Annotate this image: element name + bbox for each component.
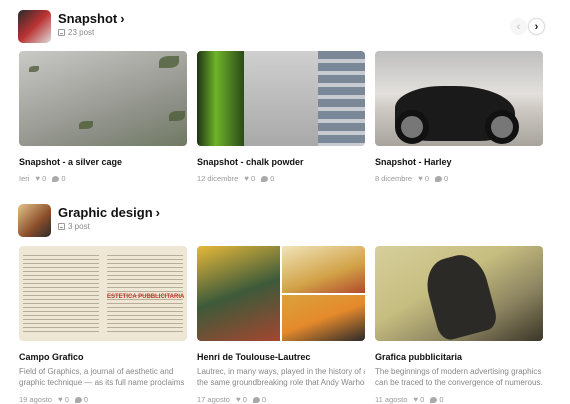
- comment-count[interactable]: 0: [261, 174, 274, 183]
- heart-icon: ♥: [57, 395, 63, 404]
- comment-count[interactable]: 0: [74, 395, 88, 404]
- post-image[interactable]: ESTETICA PUBBLICITARIA: [19, 246, 187, 341]
- post-card[interactable]: Henri de Toulouse-Lautrec Lautrec, in ma…: [197, 246, 365, 404]
- post-meta: 19 agosto ♥ 0 0: [19, 395, 187, 404]
- post-title[interactable]: Snapshot - chalk powder: [197, 157, 365, 167]
- heart-icon: ♥: [418, 174, 423, 183]
- image-caption-text: ESTETICA PUBBLICITARIA: [107, 294, 185, 300]
- post-date: 17 agosto: [197, 395, 230, 404]
- comment-icon: [261, 175, 269, 182]
- post-date: 8 dicembre: [375, 174, 413, 183]
- comment-icon: [74, 396, 82, 403]
- comment-icon: [52, 175, 60, 182]
- like-count[interactable]: ♥ 0: [236, 395, 247, 404]
- post-image[interactable]: [375, 246, 543, 341]
- collection-header: Snapshot › 23 post: [18, 10, 548, 44]
- post-excerpt: Field of Graphics, a journal of aestheti…: [19, 367, 187, 387]
- post-meta: 8 dicembre ♥ 0 0: [375, 174, 543, 183]
- post-card[interactable]: Snapshot - Harley 8 dicembre ♥ 0 0: [375, 51, 543, 183]
- chevron-right-icon: ›: [155, 205, 160, 220]
- post-date: 19 agosto: [19, 395, 52, 404]
- post-title[interactable]: Henri de Toulouse-Lautrec: [197, 352, 365, 362]
- post-card[interactable]: Snapshot - chalk powder 12 dicembre ♥ 0 0: [197, 51, 365, 183]
- comment-icon: [252, 396, 260, 403]
- comment-count[interactable]: 0: [430, 395, 443, 404]
- post-title[interactable]: Grafica pubblicitaria: [375, 352, 543, 362]
- heart-icon: ♥: [235, 395, 241, 404]
- comment-icon: [435, 175, 443, 182]
- post-title[interactable]: Snapshot - a silver cage: [19, 157, 187, 167]
- post-count: 3 post: [58, 222, 90, 231]
- post-card[interactable]: ESTETICA PUBBLICITARIA Campo Grafico Fie…: [19, 246, 187, 404]
- post-icon: [58, 29, 65, 36]
- post-image[interactable]: [197, 246, 365, 341]
- like-count[interactable]: ♥ 0: [58, 395, 69, 404]
- post-icon: [58, 223, 65, 230]
- like-count[interactable]: ♥ 0: [418, 174, 429, 183]
- post-image[interactable]: [375, 51, 543, 146]
- collection-title-link[interactable]: Snapshot ›: [58, 11, 125, 26]
- heart-icon: ♥: [244, 174, 250, 183]
- post-title[interactable]: Snapshot - Harley: [375, 157, 543, 167]
- post-count: 23 post: [58, 28, 94, 37]
- post-meta: 12 dicembre ♥ 0 0: [197, 174, 365, 183]
- collection-header: Graphic design › 3 post: [18, 204, 548, 238]
- collection-thumbnail[interactable]: [18, 10, 51, 43]
- post-card[interactable]: Snapshot - a silver cage Ieri ♥ 0 0: [19, 51, 187, 183]
- post-excerpt: Lautrec, in many ways, played in the his…: [197, 367, 365, 387]
- heart-icon: ♥: [413, 395, 419, 404]
- collection-thumbnail[interactable]: [18, 204, 51, 237]
- like-count[interactable]: ♥ 0: [244, 174, 255, 183]
- post-meta: Ieri ♥ 0 0: [19, 174, 187, 183]
- comment-count[interactable]: 0: [52, 174, 66, 183]
- post-title[interactable]: Campo Grafico: [19, 352, 187, 362]
- post-meta: 11 agosto ♥ 0 0: [375, 395, 543, 404]
- comment-count[interactable]: 0: [252, 395, 266, 404]
- post-image[interactable]: [197, 51, 365, 146]
- post-date: Ieri: [19, 174, 30, 183]
- carousel-next-button[interactable]: ›: [528, 18, 545, 35]
- like-count[interactable]: ♥ 0: [413, 395, 424, 404]
- heart-icon: ♥: [35, 174, 41, 183]
- comment-icon: [430, 396, 438, 403]
- post-meta: 17 agosto ♥ 0 0: [197, 395, 365, 404]
- collection-title-link[interactable]: Graphic design ›: [58, 205, 160, 220]
- chevron-right-icon: ›: [120, 11, 125, 26]
- post-date: 12 dicembre: [197, 174, 239, 183]
- carousel-prev-button[interactable]: ‹: [510, 18, 527, 35]
- post-image[interactable]: [19, 51, 187, 146]
- comment-count[interactable]: 0: [435, 174, 448, 183]
- like-count[interactable]: ♥ 0: [35, 174, 46, 183]
- post-excerpt: The beginnings of modern advertising gra…: [375, 367, 543, 387]
- post-card[interactable]: Grafica pubblicitaria The beginnings of …: [375, 246, 543, 404]
- post-date: 11 agosto: [375, 395, 408, 404]
